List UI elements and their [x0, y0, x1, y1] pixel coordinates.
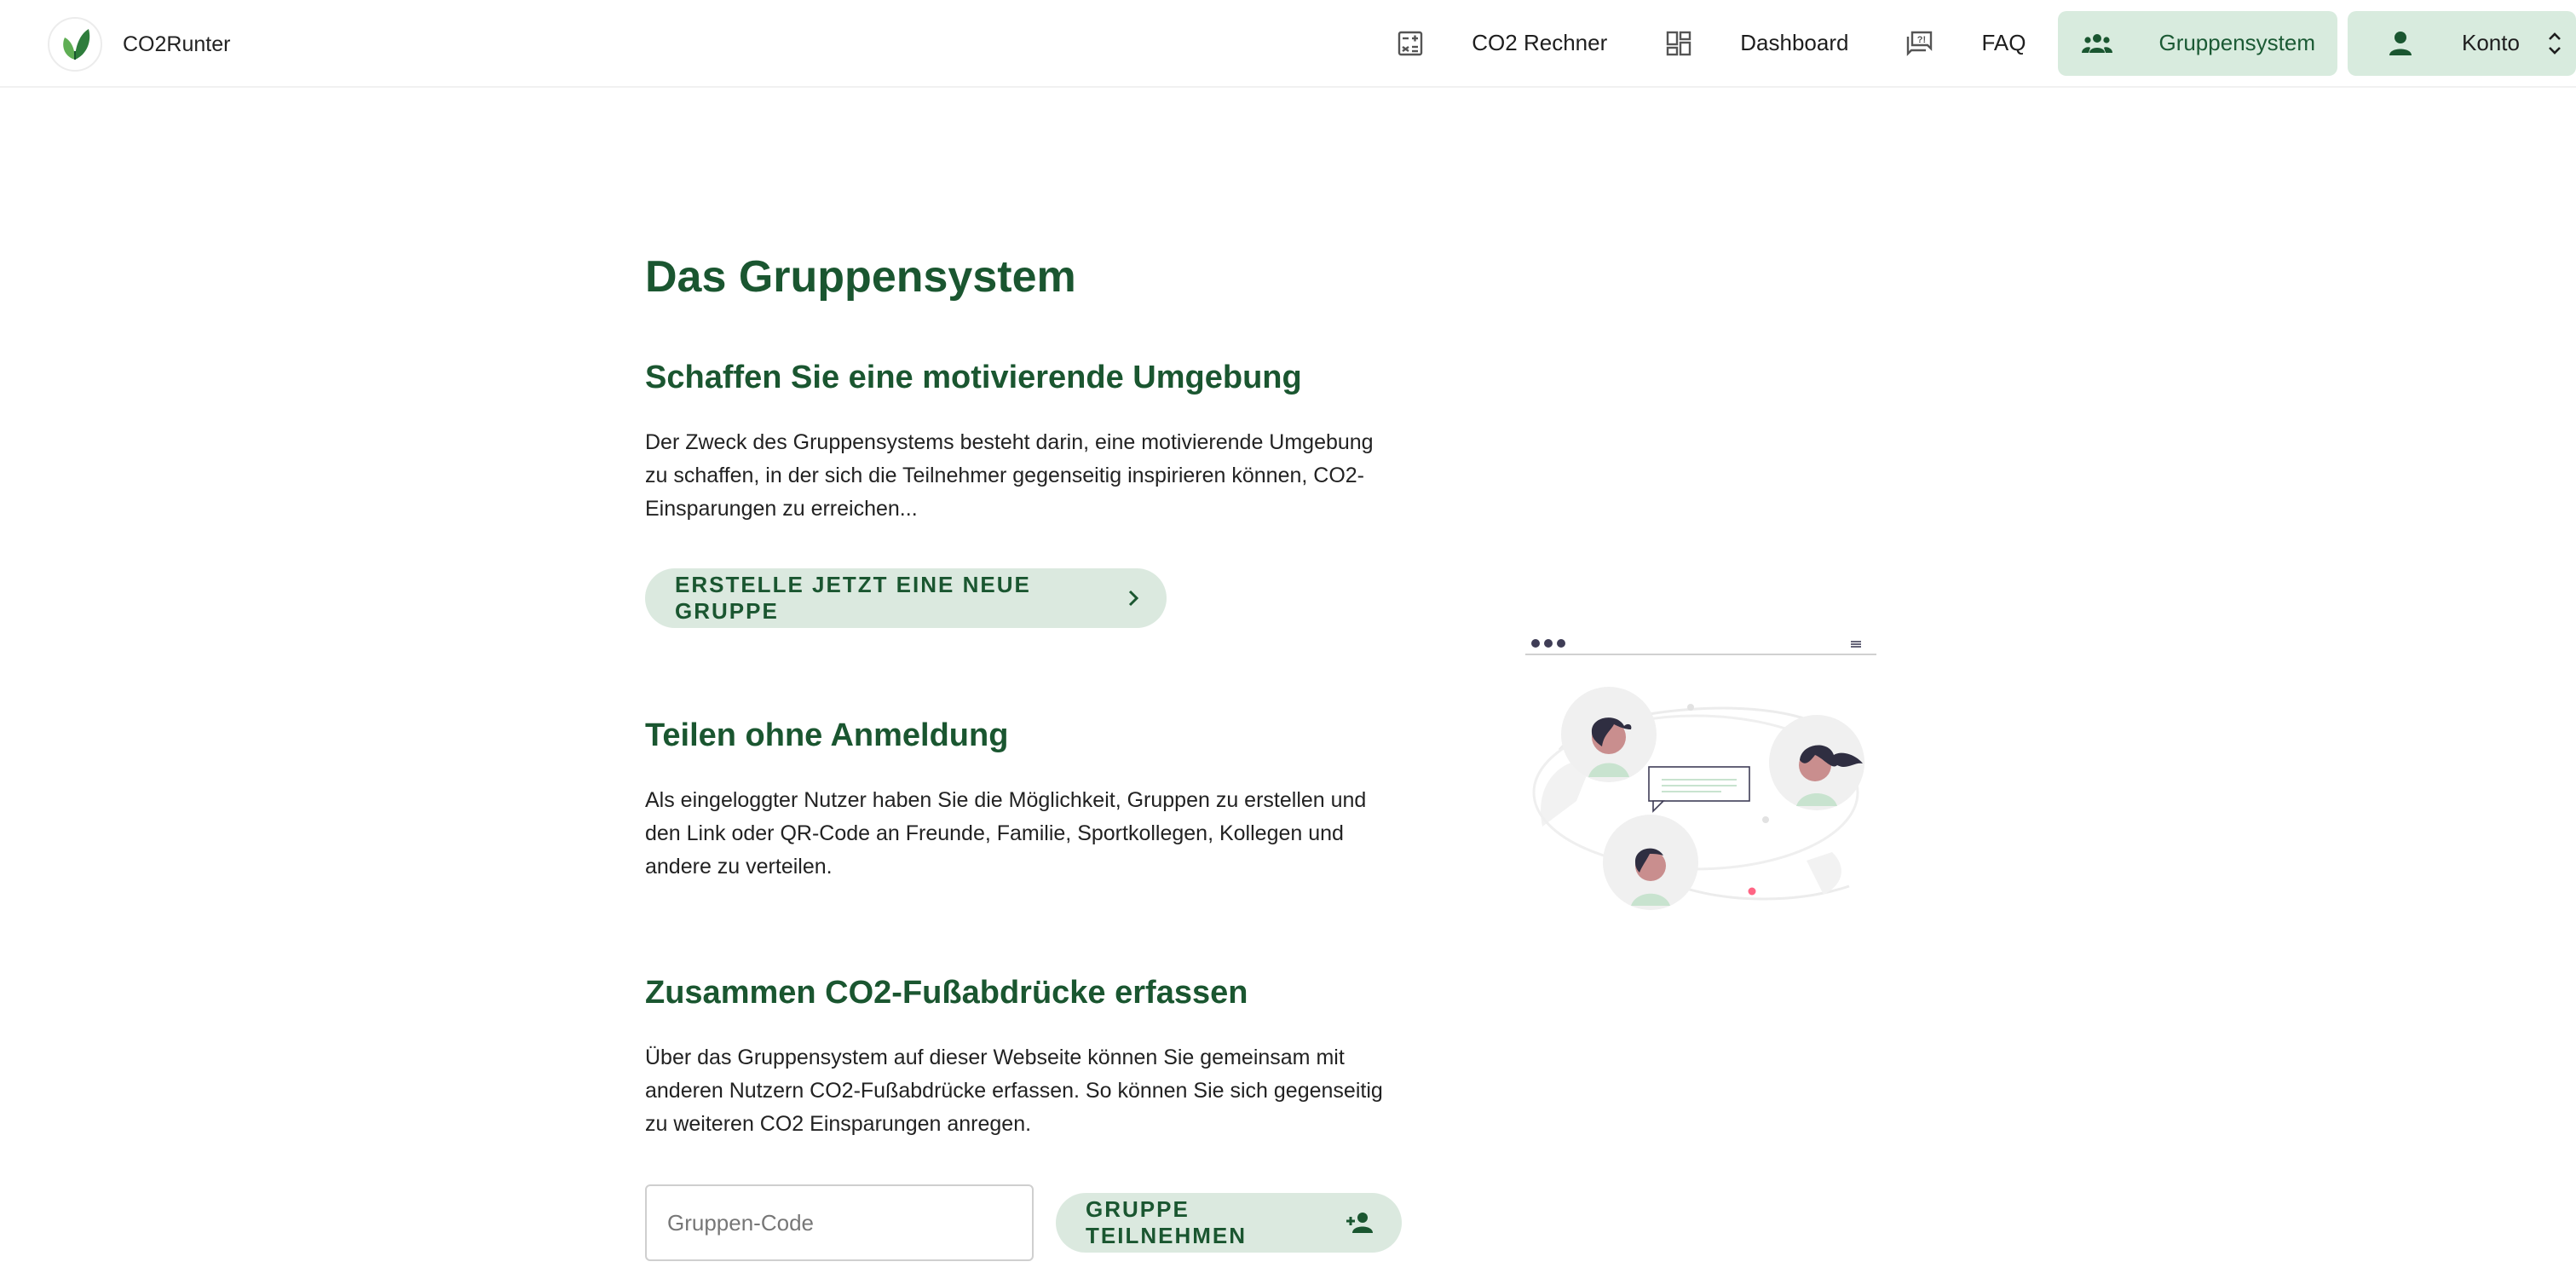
top-app-bar: CO2Runter CO2 Rechner Dashboard ?! FAQ G… [0, 0, 2576, 88]
join-group-button[interactable]: GRUPPE TEILNEHMEN [1056, 1193, 1402, 1253]
section-text: Über das Gruppensystem auf dieser Websei… [645, 1046, 1383, 1136]
nav-item-dashboard[interactable]: Dashboard [1640, 11, 1870, 76]
section-heading: Zusammen CO2-Fußabdrücke erfassen [645, 975, 1248, 1011]
main-nav: CO2 Rechner Dashboard ?! FAQ Gruppensyst… [1371, 0, 2576, 86]
nav-label: CO2 Rechner [1472, 30, 1608, 55]
leaf-logo-icon [48, 17, 102, 72]
button-label: ERSTELLE JETZT EINE NEUE GRUPPE [675, 572, 1031, 624]
nav-item-co2-rechner[interactable]: CO2 Rechner [1371, 11, 1629, 76]
section-text: Als eingeloggter Nutzer haben Sie die Mö… [645, 788, 1367, 879]
group-code-input[interactable] [645, 1184, 1034, 1261]
main-content: Das Gruppensystem Schaffen Sie eine moti… [645, 247, 1412, 1261]
brand[interactable]: CO2Runter [48, 17, 230, 72]
nav-label: Konto [2462, 30, 2520, 55]
nav-label: Dashboard [1740, 30, 1849, 55]
section-heading: Schaffen Sie eine motivierende Umgebung [645, 360, 1302, 395]
create-group-button[interactable]: ERSTELLE JETZT EINE NEUE GRUPPE [645, 568, 1167, 628]
button-label: GRUPPE TEILNEHMEN [1086, 1196, 1247, 1248]
group-icon [2080, 26, 2114, 60]
page-title: Das Gruppensystem [645, 252, 1076, 302]
calculator-icon [1393, 26, 1427, 60]
nav-label: FAQ [1981, 30, 2026, 55]
nav-label: Gruppensystem [2158, 30, 2315, 55]
nav-item-gruppensystem[interactable]: Gruppensystem [2058, 10, 2337, 76]
dashboard-icon [1662, 26, 1696, 60]
svg-text:?!: ?! [1917, 35, 1926, 45]
person-icon [2383, 26, 2418, 60]
section-together: Zusammen CO2-Fußabdrücke erfassen Über d… [645, 971, 1395, 1141]
section-motivation: Schaffen Sie eine motivierende Umgebung … [645, 356, 1395, 526]
unfold-icon [2547, 29, 2562, 58]
nav-item-konto[interactable]: Konto [2348, 10, 2576, 76]
brand-name: CO2Runter [123, 32, 231, 56]
section-text: Der Zweck des Gruppensystems besteht dar… [645, 430, 1374, 521]
group-chat-illustration [1525, 631, 1880, 912]
chevron-right-icon [1127, 589, 1139, 608]
faq-icon: ?! [1903, 26, 1937, 60]
section-heading: Teilen ohne Anmeldung [645, 717, 1009, 753]
nav-item-faq[interactable]: ?! FAQ [1881, 11, 2048, 76]
section-share: Teilen ohne Anmeldung Als eingeloggter N… [645, 714, 1395, 884]
person-add-icon [1346, 1212, 1374, 1234]
